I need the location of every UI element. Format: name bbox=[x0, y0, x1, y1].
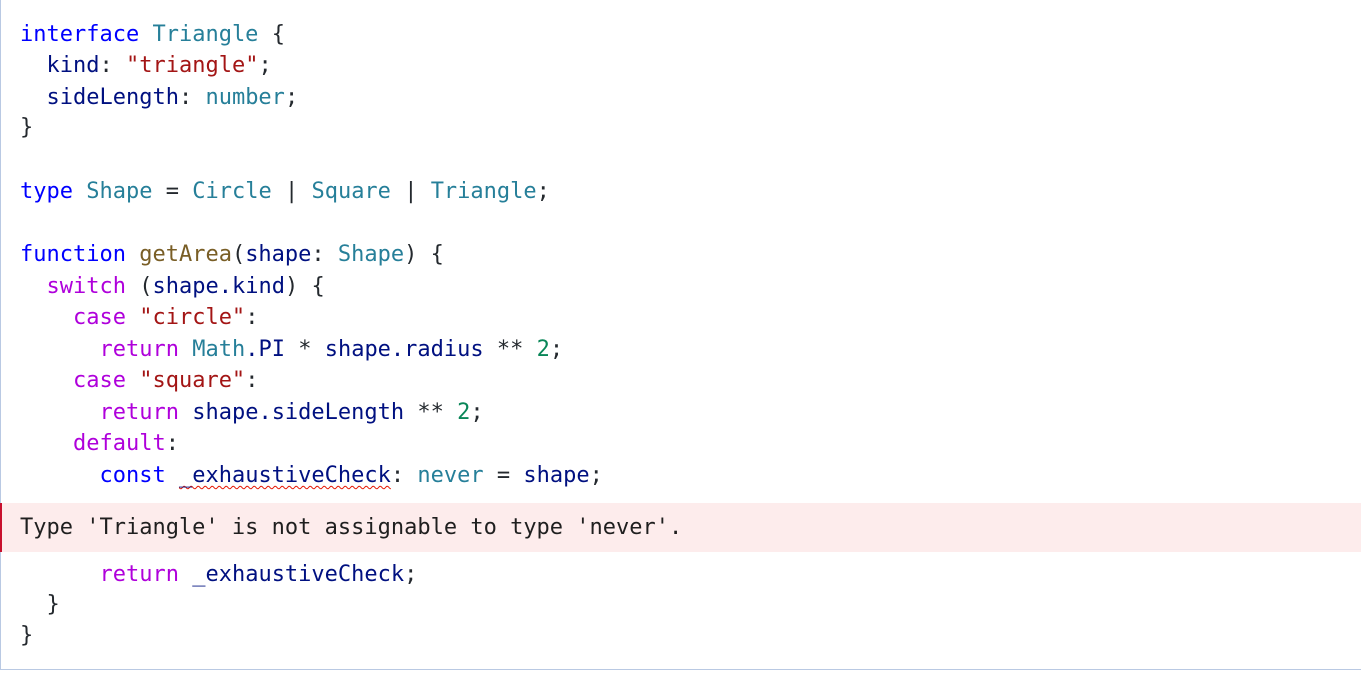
keyword-const: const bbox=[99, 463, 166, 488]
code-line-6: type Shape = Circle | Square | Triangle; bbox=[20, 176, 550, 207]
code-line-16: return _exhaustiveCheck; bbox=[20, 559, 417, 590]
code-line-4: } bbox=[20, 112, 33, 143]
number-literal: 2 bbox=[457, 400, 471, 425]
semicolon: ; bbox=[536, 179, 550, 204]
code-line-13: return shape.sideLength ** 2; bbox=[20, 397, 484, 428]
colon: : bbox=[390, 463, 405, 488]
colon: : bbox=[245, 368, 259, 393]
code-line-11: return Math.PI * shape.radius ** 2; bbox=[20, 334, 563, 365]
code-line-3: sideLength: number; bbox=[20, 82, 299, 113]
code-line-2: kind: "triangle"; bbox=[20, 50, 272, 81]
type-never: never bbox=[417, 463, 484, 488]
code-line-15: const _exhaustiveCheck: never = shape; bbox=[20, 460, 603, 491]
string-square: "square" bbox=[139, 368, 246, 393]
semicolon: ; bbox=[549, 337, 564, 362]
type-name-triangle: Triangle bbox=[430, 179, 537, 204]
type-name-shape: Shape bbox=[86, 179, 153, 204]
type-name-shape: Shape bbox=[337, 242, 405, 267]
string-triangle: "triangle" bbox=[125, 53, 259, 78]
union-pipe: | bbox=[284, 179, 299, 204]
error-diagnostic-banner: Type 'Triangle' is not assignable to typ… bbox=[0, 503, 1361, 552]
error-message: Type 'Triangle' is not assignable to typ… bbox=[20, 515, 683, 540]
keyword-interface: interface bbox=[20, 22, 140, 47]
keyword-return: return bbox=[99, 400, 179, 425]
keyword-type: type bbox=[20, 179, 73, 204]
open-paren: ( bbox=[231, 242, 246, 267]
keyword-default: default bbox=[72, 431, 166, 456]
keyword-return: return bbox=[99, 562, 179, 587]
power-operator: ** bbox=[496, 337, 524, 362]
keyword-case: case bbox=[72, 305, 126, 330]
code-line-9: switch (shape.kind) { bbox=[20, 271, 325, 302]
multiply-operator: * bbox=[298, 337, 312, 362]
close-brace: } bbox=[20, 115, 34, 140]
code-editor[interactable]: interface Triangle { kind: "triangle"; s… bbox=[0, 0, 1361, 670]
semicolon: ; bbox=[284, 85, 299, 110]
semicolon: ; bbox=[258, 53, 272, 78]
parameter-shape: shape bbox=[245, 242, 312, 267]
function-name-getarea: getArea bbox=[139, 242, 232, 267]
close-paren: ) bbox=[284, 274, 299, 299]
code-line-1: interface Triangle { bbox=[20, 19, 285, 50]
union-pipe: | bbox=[404, 179, 418, 204]
value-shape: shape bbox=[523, 463, 590, 488]
power-operator: ** bbox=[417, 400, 444, 425]
keyword-case: case bbox=[72, 368, 126, 393]
code-line-10: case "circle": bbox=[20, 302, 258, 333]
semicolon: ; bbox=[470, 400, 484, 425]
colon: : bbox=[99, 53, 113, 78]
keyword-function: function bbox=[20, 242, 126, 267]
property-kind: kind bbox=[46, 53, 100, 78]
close-brace: } bbox=[20, 623, 34, 648]
close-paren: ) bbox=[404, 242, 418, 267]
code-line-8: function getArea(shape: Shape) { bbox=[20, 239, 444, 270]
colon: : bbox=[311, 242, 325, 267]
type-name-square: Square bbox=[311, 179, 391, 204]
close-brace: } bbox=[46, 592, 60, 617]
code-line-14: default: bbox=[20, 428, 179, 459]
code-line-17: } bbox=[20, 589, 60, 620]
open-brace: { bbox=[271, 22, 285, 47]
number-literal: 2 bbox=[536, 337, 550, 362]
variable-exhaustive-check: _exhaustiveCheck bbox=[192, 562, 405, 587]
object-math: Math bbox=[192, 337, 246, 362]
equals-operator: = bbox=[165, 179, 179, 204]
code-line-12: case "square": bbox=[20, 365, 258, 396]
open-paren: ( bbox=[139, 274, 153, 299]
expression-shape-sidelength: shape.sideLength bbox=[192, 400, 405, 425]
semicolon: ; bbox=[589, 463, 603, 488]
expression-shape-radius: shape.radius bbox=[324, 337, 484, 362]
keyword-switch: switch bbox=[46, 274, 126, 299]
keyword-return: return bbox=[99, 337, 179, 362]
type-name-triangle: Triangle bbox=[152, 22, 259, 47]
member-pi: .PI bbox=[245, 337, 285, 362]
error-squiggle-exhaustive-check[interactable]: _exhaustiveCheck bbox=[179, 463, 391, 488]
type-name-circle: Circle bbox=[192, 179, 272, 204]
semicolon: ; bbox=[404, 562, 418, 587]
colon: : bbox=[165, 431, 179, 456]
equals-operator: = bbox=[496, 463, 511, 488]
property-sidelength: sideLength bbox=[46, 85, 179, 110]
open-brace: { bbox=[430, 242, 444, 267]
type-number: number bbox=[205, 85, 285, 110]
colon: : bbox=[245, 305, 259, 330]
code-line-18: } bbox=[20, 620, 33, 651]
open-brace: { bbox=[311, 274, 325, 299]
expression-shape-kind: shape.kind bbox=[152, 274, 285, 299]
string-circle: "circle" bbox=[139, 305, 246, 330]
colon: : bbox=[178, 85, 193, 110]
